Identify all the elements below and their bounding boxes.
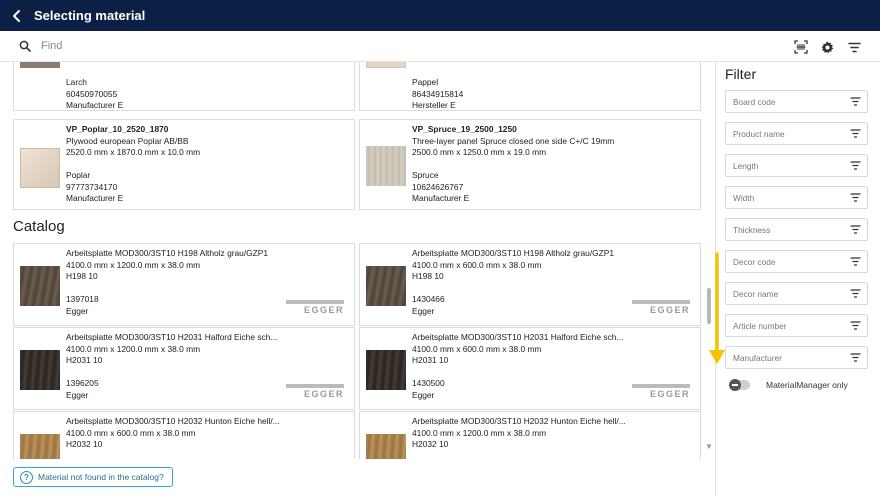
- material-title: VP_Spruce_19_2500_1250: [412, 124, 517, 134]
- material-code: 60450970055: [66, 88, 118, 99]
- scroll-hint-arrow-icon: [709, 252, 725, 364]
- filter-icon: [850, 193, 861, 202]
- filter-length[interactable]: Length: [725, 154, 868, 177]
- filter-thickness[interactable]: Thickness: [725, 218, 868, 241]
- scroll-down-icon[interactable]: ▼: [705, 442, 713, 451]
- chevron-left-icon: [13, 9, 20, 22]
- material-not-found-button[interactable]: ? Material not found in the catalog?: [13, 467, 173, 487]
- filter-manufacturer[interactable]: Manufacturer: [725, 346, 868, 369]
- material-thumbnail: [20, 62, 60, 68]
- materialmanager-toggle-row: MaterialManager only: [729, 379, 848, 391]
- filter-icon[interactable]: [846, 39, 862, 55]
- filter-icon: [850, 353, 861, 362]
- catalog-item[interactable]: Arbeitsplatte MOD300/3ST10 H2031 Halford…: [359, 327, 701, 410]
- app-header: Selecting material: [0, 0, 880, 31]
- material-manufacturer: Hersteller E: [412, 100, 456, 110]
- material-thumbnail: [366, 62, 406, 68]
- catalog-heading: Catalog: [13, 218, 65, 235]
- egger-logo: EGGER: [286, 300, 344, 315]
- material-thumbnail: [20, 350, 60, 390]
- materialmanager-toggle[interactable]: [729, 379, 750, 391]
- filter-article-number[interactable]: Article number: [725, 314, 868, 337]
- filter-icon: [850, 97, 861, 106]
- catalog-item[interactable]: Arbeitsplatte MOD300/3ST10 H2031 Halford…: [13, 327, 355, 410]
- material-thumbnail: [366, 146, 406, 186]
- material-list[interactable]: Larch 60450970055 Manufacturer E Pappel …: [0, 62, 715, 496]
- catalog-item[interactable]: Arbeitsplatte MOD300/3ST10 H198 Altholz …: [359, 243, 701, 326]
- material-thumbnail: [366, 350, 406, 390]
- material-title: VP_Poplar_10_2520_1870: [66, 124, 169, 134]
- search-input[interactable]: [41, 40, 641, 52]
- filter-width[interactable]: Width: [725, 186, 868, 209]
- material-name: Larch: [66, 77, 87, 87]
- filter-decor-name[interactable]: Decor name: [725, 282, 868, 305]
- catalog-item[interactable]: Arbeitsplatte MOD300/3ST10 H198 Altholz …: [13, 243, 355, 326]
- material-card[interactable]: Pappel 86434915814 Hersteller E: [359, 62, 701, 111]
- barcode-scan-icon[interactable]: [793, 39, 809, 55]
- search-icon: [19, 40, 41, 52]
- material-name: Pappel: [412, 77, 439, 87]
- material-card[interactable]: VP_Poplar_10_2520_1870 Plywood european …: [13, 119, 355, 210]
- material-code: 86434915814: [412, 88, 464, 99]
- filter-icon: [850, 161, 861, 170]
- search-bar: [0, 31, 880, 62]
- filter-panel: Filter Board code Product name Length Wi…: [715, 62, 880, 496]
- egger-logo: EGGER: [632, 384, 690, 399]
- egger-logo: EGGER: [286, 384, 344, 399]
- filter-board-code[interactable]: Board code: [725, 90, 868, 113]
- filter-icon: [850, 321, 861, 330]
- filter-title: Filter: [725, 66, 757, 82]
- filter-icon: [850, 257, 861, 266]
- toggle-label: MaterialManager only: [766, 380, 848, 390]
- egger-logo: EGGER: [632, 300, 690, 315]
- material-thumbnail: [20, 266, 60, 306]
- gear-icon[interactable]: [819, 39, 835, 55]
- filter-icon: [850, 225, 861, 234]
- help-icon: ?: [20, 470, 33, 484]
- material-thumbnail: [366, 266, 406, 306]
- material-card[interactable]: VP_Spruce_19_2500_1250 Three-layer panel…: [359, 119, 701, 210]
- material-card[interactable]: Larch 60450970055 Manufacturer E: [13, 62, 355, 111]
- material-thumbnail: [20, 148, 60, 188]
- filter-icon: [850, 129, 861, 138]
- filter-decor-code[interactable]: Decor code: [725, 250, 868, 273]
- filter-product-name[interactable]: Product name: [725, 122, 868, 145]
- material-manufacturer: Manufacturer E: [66, 100, 124, 110]
- back-button[interactable]: [0, 0, 34, 31]
- filter-icon: [850, 289, 861, 298]
- page-title: Selecting material: [34, 8, 146, 23]
